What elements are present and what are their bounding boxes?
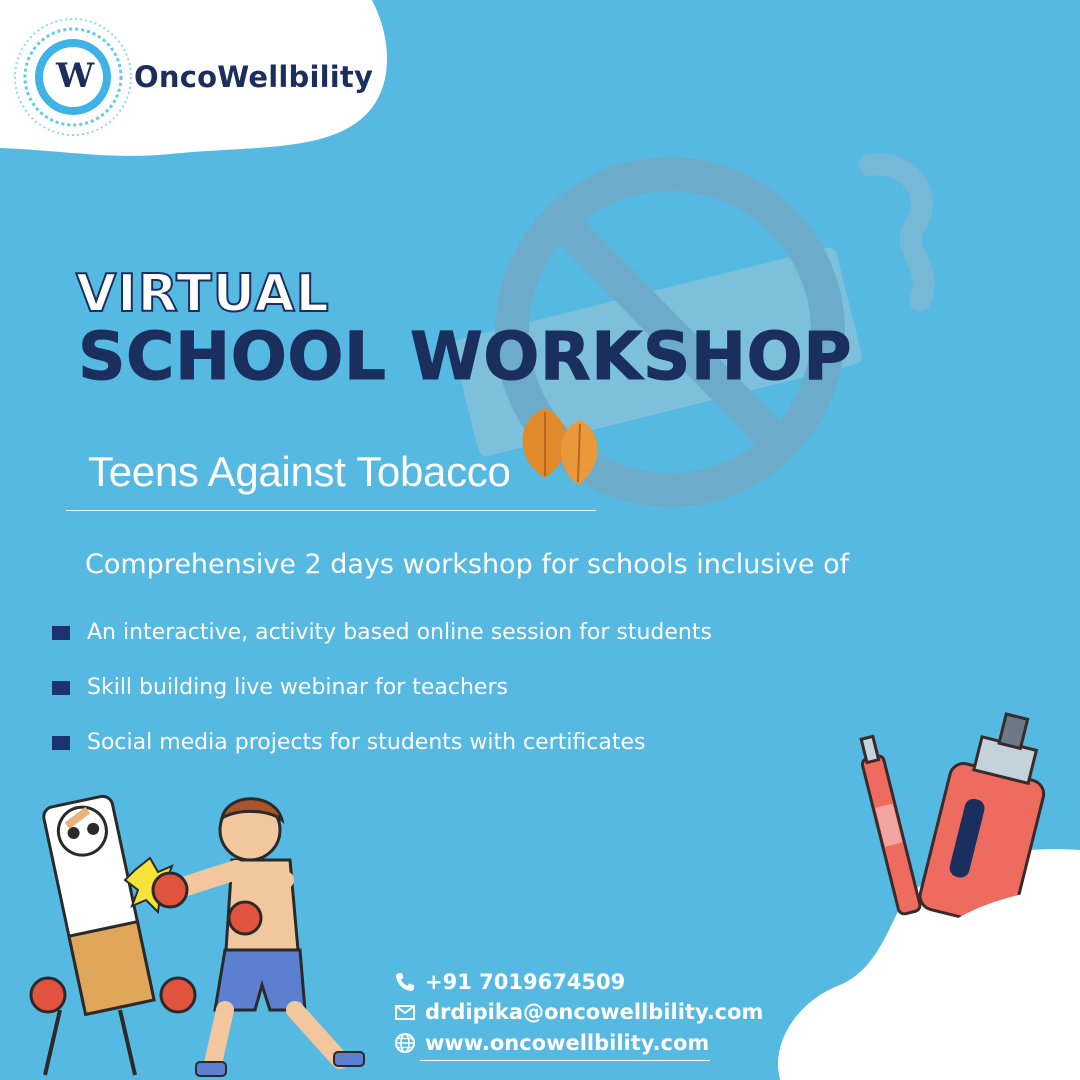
email-text: drdipika@oncowellbility.com (425, 1000, 764, 1024)
phone-icon (396, 973, 414, 991)
bullet-list: An interactive, activity based online se… (52, 605, 852, 770)
subtitle: Teens Against Tobacco (88, 448, 511, 495)
background-art (0, 0, 1080, 1080)
phone-text: +91 7019674509 (425, 970, 626, 994)
heading-line-2: SCHOOL WORKSHOP (77, 318, 853, 395)
logo-letter: W (56, 56, 95, 96)
bullet-square-icon (52, 625, 70, 640)
list-item: Skill building live webinar for teachers (52, 660, 852, 715)
bullet-text: Skill building live webinar for teachers (87, 675, 508, 700)
contact-phone[interactable]: +91 7019674509 (393, 970, 625, 994)
bullet-square-icon (52, 735, 70, 750)
intro-text: Comprehensive 2 days workshop for school… (85, 549, 850, 580)
list-item: Social media projects for students with … (52, 715, 852, 770)
divider (66, 510, 596, 511)
poster: W OncoWellbility VIRTUAL SCHOOL WORKSHOP… (0, 0, 1080, 1080)
vape-illustration (859, 712, 1080, 1080)
list-item: An interactive, activity based online se… (52, 605, 852, 660)
boxing-illustration (29, 794, 365, 1077)
envelope-icon (395, 1005, 415, 1020)
brand-name: OncoWellbility (134, 60, 374, 94)
heading-line-1: VIRTUAL (75, 264, 330, 324)
website-text: www.oncowellbility.com (425, 1031, 710, 1055)
bullet-square-icon (52, 680, 70, 695)
website-underline (420, 1060, 710, 1061)
contact-website[interactable]: www.oncowellbility.com (393, 1031, 709, 1055)
bullet-text: An interactive, activity based online se… (87, 620, 712, 645)
globe-icon (395, 1033, 415, 1053)
contact-email[interactable]: drdipika@oncowellbility.com (393, 1000, 763, 1024)
bullet-text: Social media projects for students with … (87, 730, 646, 755)
